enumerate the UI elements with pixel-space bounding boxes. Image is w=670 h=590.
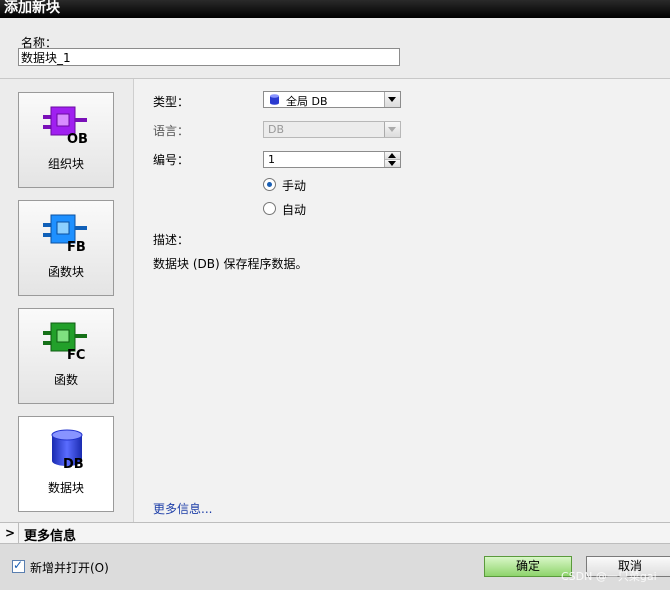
language-label: 语言： xyxy=(153,124,190,138)
number-label: 编号： xyxy=(153,153,190,167)
add-and-open-label[interactable]: 新增并打开(O) xyxy=(30,559,109,576)
db-block-icon: DB xyxy=(51,429,84,472)
language-select: DB xyxy=(263,121,401,138)
chevron-down-icon xyxy=(384,122,400,137)
ok-button[interactable]: 确定 xyxy=(484,556,572,577)
name-section: 名称： xyxy=(0,18,670,78)
fb-block-label: 函数块 xyxy=(47,265,84,279)
description-text: 数据块 (DB) 保存程序数据。 xyxy=(153,257,308,271)
svg-text:OB: OB xyxy=(67,132,88,145)
db-block-button[interactable]: DB 数据块 xyxy=(18,416,114,512)
type-select-value: 全局 DB xyxy=(286,95,328,108)
chevron-down-icon[interactable] xyxy=(384,92,400,107)
language-select-value: DB xyxy=(268,123,285,136)
watermark: CSDN @一只菜gai xyxy=(561,570,657,583)
description-label: 描述： xyxy=(153,233,190,247)
fb-block-button[interactable]: FB 函数块 xyxy=(18,200,114,296)
svg-text:DB: DB xyxy=(63,457,84,472)
type-select[interactable]: 全局 DB xyxy=(263,91,401,108)
stepper-down-icon[interactable] xyxy=(385,160,400,167)
more-info-expander[interactable]: > 更多信息 xyxy=(0,522,670,544)
ob-block-button[interactable]: OB 组织块 xyxy=(18,92,114,188)
radio-auto[interactable]: 自动 xyxy=(263,201,383,217)
block-type-panel: OB 组织块 FB 函数块 FC 函数 DB 数据块 xyxy=(0,79,134,522)
name-input[interactable] xyxy=(18,48,400,66)
ob-block-label: 组织块 xyxy=(47,157,84,171)
fb-block-icon: FB xyxy=(43,214,87,253)
database-icon xyxy=(270,94,279,105)
radio-auto-label: 自动 xyxy=(282,203,307,217)
radio-manual-label: 手动 xyxy=(282,179,307,193)
svg-text:FC: FC xyxy=(67,348,85,361)
db-block-label: 数据块 xyxy=(47,481,84,495)
svg-text:FB: FB xyxy=(67,240,86,253)
radio-auto-dot[interactable] xyxy=(263,202,276,215)
number-stepper[interactable]: 1 xyxy=(263,151,401,168)
dialog-title: 添加新块 xyxy=(0,0,670,18)
ob-block-icon: OB xyxy=(43,106,88,145)
divider xyxy=(18,523,19,543)
chevron-right-icon[interactable]: > xyxy=(5,526,15,540)
more-info-header: 更多信息 xyxy=(24,529,77,544)
stepper-up-icon[interactable] xyxy=(385,152,400,160)
fc-block-button[interactable]: FC 函数 xyxy=(18,308,114,404)
number-value: 1 xyxy=(268,153,275,166)
radio-manual[interactable]: 手动 xyxy=(263,177,383,193)
stepper-buttons xyxy=(384,152,400,167)
type-label: 类型： xyxy=(153,95,190,109)
properties-panel xyxy=(134,79,670,522)
more-info-link[interactable]: 更多信息... xyxy=(153,500,212,517)
fc-block-icon: FC xyxy=(43,322,87,361)
add-and-open-checkbox[interactable] xyxy=(12,558,25,573)
fc-block-label: 函数 xyxy=(53,373,78,387)
radio-manual-dot[interactable] xyxy=(263,178,276,191)
